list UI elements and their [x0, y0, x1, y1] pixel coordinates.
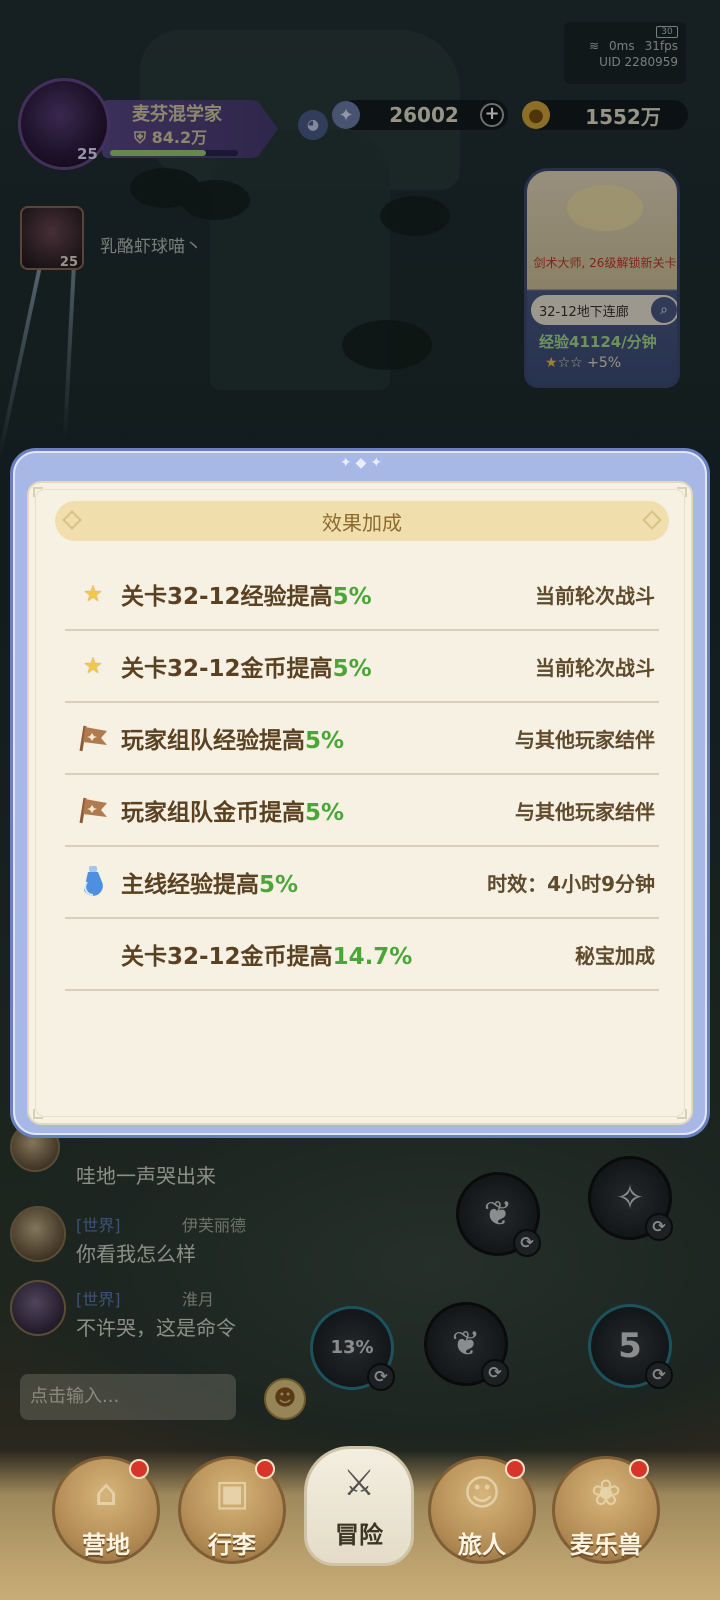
castle-icon: ⌂ — [94, 1473, 118, 1514]
effect-icon-empty — [65, 918, 121, 990]
effect-row: 主线经验提高5% 时效：4小时9分钟 — [65, 847, 659, 919]
effect-text: 关卡32-12经验提高 — [121, 584, 333, 610]
corner-ornament — [33, 487, 43, 497]
effect-row: 玩家组队经验提高5% 与其他玩家结伴 — [65, 703, 659, 775]
flag-icon — [65, 702, 121, 774]
effect-list: ★ 关卡32-12经验提高5% 当前轮次战斗 ★ 关卡32-12金币提高5% 当… — [65, 559, 659, 991]
dialog-panel: 效果加成 ★ 关卡32-12经验提高5% 当前轮次战斗 ★ 关卡32-12金币提… — [27, 481, 693, 1125]
effect-condition: 当前轮次战斗 — [535, 655, 655, 680]
effect-description: 关卡32-12金币提高5% — [121, 649, 535, 683]
fox-icon: ❀ — [590, 1473, 622, 1514]
effect-percent: 5% — [332, 656, 372, 682]
nav-traveler-button[interactable]: ☺ 旅人 — [428, 1456, 536, 1564]
potion-icon — [65, 846, 121, 918]
effect-text: 玩家组队经验提高 — [121, 728, 305, 754]
nav-label: 营地 — [82, 1531, 130, 1559]
effect-text: 玩家组队金币提高 — [121, 800, 305, 826]
nav-camp-button[interactable]: ⌂ 营地 — [52, 1456, 160, 1564]
flag-icon — [65, 774, 121, 846]
chest-icon: ▣ — [214, 1473, 249, 1514]
effect-description: 主线经验提高5% — [121, 865, 487, 899]
effect-description: 关卡32-12经验提高5% — [121, 577, 535, 611]
effect-percent: 5% — [332, 584, 372, 610]
effect-description: 玩家组队经验提高5% — [121, 721, 515, 755]
dialog-ornament-icon: ✦◆✦ — [339, 455, 387, 471]
corner-ornament — [33, 1109, 43, 1119]
effect-condition: 时效：4小时9分钟 — [487, 871, 655, 896]
nav-label: 麦乐兽 — [570, 1531, 642, 1559]
notification-dot — [255, 1459, 275, 1479]
notification-dot — [129, 1459, 149, 1479]
nav-pet-button[interactable]: ❀ 麦乐兽 — [552, 1456, 660, 1564]
effect-text: 主线经验提高 — [121, 872, 259, 898]
notification-dot — [505, 1459, 525, 1479]
nav-bag-button[interactable]: ▣ 行李 — [178, 1456, 286, 1564]
diamond-icon — [62, 510, 82, 530]
corner-ornament — [677, 1109, 687, 1119]
dialog-title: 效果加成 — [322, 510, 402, 535]
notification-dot — [629, 1459, 649, 1479]
effect-row: 玩家组队金币提高5% 与其他玩家结伴 — [65, 775, 659, 847]
effect-percent: 5% — [259, 872, 299, 898]
nav-label: 冒险 — [335, 1521, 383, 1549]
character-icon: ☺ — [463, 1473, 501, 1514]
corner-ornament — [677, 487, 687, 497]
effect-condition: 当前轮次战斗 — [535, 583, 655, 608]
star-icon: ★ — [83, 581, 103, 607]
nav-label: 旅人 — [458, 1531, 506, 1559]
effect-description: 玩家组队金币提高5% — [121, 793, 515, 827]
star-icon: ★ — [83, 653, 103, 679]
effect-row: ★ 关卡32-12金币提高5% 当前轮次战斗 — [65, 631, 659, 703]
effect-text: 关卡32-12金币提高 — [121, 656, 333, 682]
effect-percent: 5% — [305, 800, 345, 826]
nav-label: 行李 — [208, 1531, 256, 1559]
effect-row: ★ 关卡32-12经验提高5% 当前轮次战斗 — [65, 559, 659, 631]
dialog-title-bar: 效果加成 — [55, 501, 669, 541]
effect-row: 关卡32-12金币提高14.7% 秘宝加成 — [65, 919, 659, 991]
effect-description: 关卡32-12金币提高14.7% — [121, 937, 575, 971]
effect-text: 关卡32-12金币提高 — [121, 944, 333, 970]
crossed-swords-icon: ⚔ — [342, 1463, 376, 1504]
effect-bonus-dialog: ✦◆✦ 效果加成 ★ 关卡32-12经验提高5% 当前轮次战斗 ★ 关卡32-1… — [10, 448, 710, 1138]
effect-condition: 与其他玩家结伴 — [515, 799, 655, 824]
effect-percent: 5% — [305, 728, 345, 754]
diamond-icon — [642, 510, 662, 530]
effect-condition: 秘宝加成 — [575, 943, 655, 968]
effect-condition: 与其他玩家结伴 — [515, 727, 655, 752]
effect-percent: 14.7% — [332, 944, 413, 970]
nav-adventure-button[interactable]: ⚔ 冒险 — [304, 1446, 414, 1566]
